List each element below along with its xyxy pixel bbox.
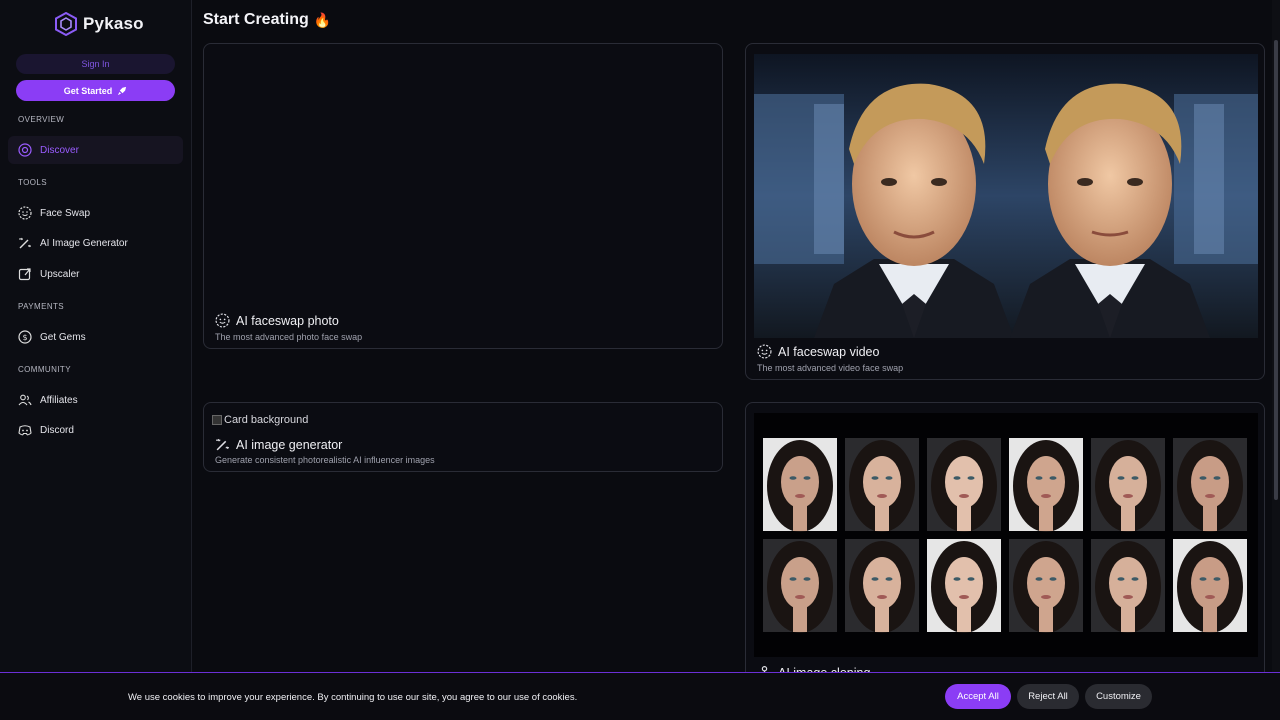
portrait-thumbnail (1009, 438, 1083, 532)
sidebar-item-label: AI Image Generator (40, 237, 128, 249)
section-payments: PAYMENTS (18, 302, 65, 311)
portrait-thumbnail (763, 438, 837, 532)
card-subtitle: The most advanced video face swap (757, 363, 904, 373)
image-alt-text: Card background (224, 414, 309, 426)
section-overview: OVERVIEW (18, 115, 65, 124)
card-title: AI faceswap photo (215, 313, 339, 328)
cookie-banner: We use cookies to improve your experienc… (0, 672, 1280, 720)
section-tools: TOOLS (18, 178, 47, 187)
portrait-thumbnail (763, 539, 837, 633)
card-ai-faceswap-photo[interactable]: AI faceswap photo The most advanced phot… (203, 43, 723, 349)
smiley-icon (757, 344, 772, 359)
card-ai-image-generator[interactable]: Card background AI image generator Gener… (203, 402, 723, 472)
section-community: COMMUNITY (18, 365, 71, 374)
magic-wand-icon (216, 438, 229, 451)
accept-all-button[interactable]: Accept All (945, 684, 1011, 709)
woman-portraits-grid-image (763, 438, 1247, 633)
broken-image-placeholder: Card background (212, 414, 308, 426)
magic-wand-icon (19, 237, 31, 249)
fire-icon: 🔥 (313, 11, 332, 28)
portrait-thumbnail (1173, 539, 1247, 633)
dollar-coin-icon: $ (18, 330, 32, 344)
svg-text:$: $ (22, 333, 27, 342)
sidebar-item-label: Face Swap (40, 207, 91, 219)
portrait-thumbnail (1091, 539, 1165, 633)
sidebar-item-discord[interactable]: Discord (8, 416, 183, 444)
portrait-thumbnail (927, 539, 1001, 633)
reject-all-button[interactable]: Reject All (1017, 684, 1079, 709)
main-scrollbar[interactable] (1272, 0, 1280, 720)
card-title: AI image generator (215, 437, 342, 452)
portrait-thumbnail (1173, 438, 1247, 532)
card-ai-faceswap-video[interactable]: AI faceswap video The most advanced vide… (745, 43, 1265, 380)
main-content: Start Creating 🔥 AI faceswap photo The m… (192, 0, 1280, 720)
smiley-icon (18, 206, 32, 220)
broken-image-icon (212, 415, 222, 425)
sidebar-item-label: Discover (40, 144, 79, 156)
card-ai-image-cloning[interactable]: AI image cloning (745, 402, 1265, 702)
portrait-grid-preview[interactable] (754, 413, 1258, 657)
sidebar-item-affiliates[interactable]: Affiliates (8, 386, 183, 414)
page-title-text: Start Creating (203, 11, 309, 28)
sidebar-item-get-gems[interactable]: $ Get Gems (8, 323, 183, 351)
cookie-message: We use cookies to improve your experienc… (128, 692, 578, 703)
users-icon (18, 394, 32, 406)
card-title-text: AI faceswap photo (236, 313, 339, 328)
rocket-icon (118, 86, 127, 95)
card-title-text: AI faceswap video (778, 344, 880, 359)
portrait-thumbnail (845, 539, 919, 633)
two-men-faces-image (754, 54, 1258, 338)
hexagon-logo-icon (55, 12, 77, 36)
faceswap-video-preview[interactable] (754, 54, 1258, 338)
portrait-thumbnail (927, 438, 1001, 532)
sidebar-item-label: Get Gems (40, 331, 86, 343)
brand-name: Pykaso (83, 14, 144, 33)
portrait-thumbnail (1009, 539, 1083, 633)
portrait-thumbnail (845, 438, 919, 532)
sidebar: Pykaso Sign In Get Started OVERVIEW Disc… (0, 0, 192, 720)
sidebar-item-upscaler[interactable]: Upscaler (8, 260, 183, 288)
scrollbar-thumb[interactable] (1274, 40, 1278, 500)
discord-icon (18, 425, 32, 436)
compass-icon (18, 143, 32, 157)
card-subtitle: Generate consistent photorealistic AI in… (215, 455, 435, 465)
app-root: Pykaso Sign In Get Started OVERVIEW Disc… (0, 0, 1280, 720)
sidebar-item-discover[interactable]: Discover (8, 136, 183, 164)
card-title-text: AI image generator (236, 437, 343, 452)
sign-in-button[interactable]: Sign In (16, 54, 175, 74)
sidebar-item-label: Affiliates (40, 394, 78, 406)
sidebar-item-ai-image-generator[interactable]: AI Image Generator (8, 229, 183, 257)
page-title: Start Creating 🔥 (203, 11, 331, 29)
card-title: AI faceswap video (757, 344, 879, 359)
get-started-button[interactable]: Get Started (16, 80, 175, 101)
upscale-icon (18, 268, 31, 281)
sidebar-item-label: Upscaler (40, 268, 80, 280)
brand-logo[interactable]: Pykaso (55, 12, 144, 36)
portrait-thumbnail (1091, 438, 1165, 532)
get-started-label: Get Started (63, 85, 113, 96)
card-subtitle: The most advanced photo face swap (215, 332, 363, 342)
customize-button[interactable]: Customize (1085, 684, 1152, 709)
sidebar-item-face-swap[interactable]: Face Swap (8, 199, 183, 227)
smiley-icon (215, 313, 230, 328)
sidebar-item-label: Discord (40, 424, 74, 436)
